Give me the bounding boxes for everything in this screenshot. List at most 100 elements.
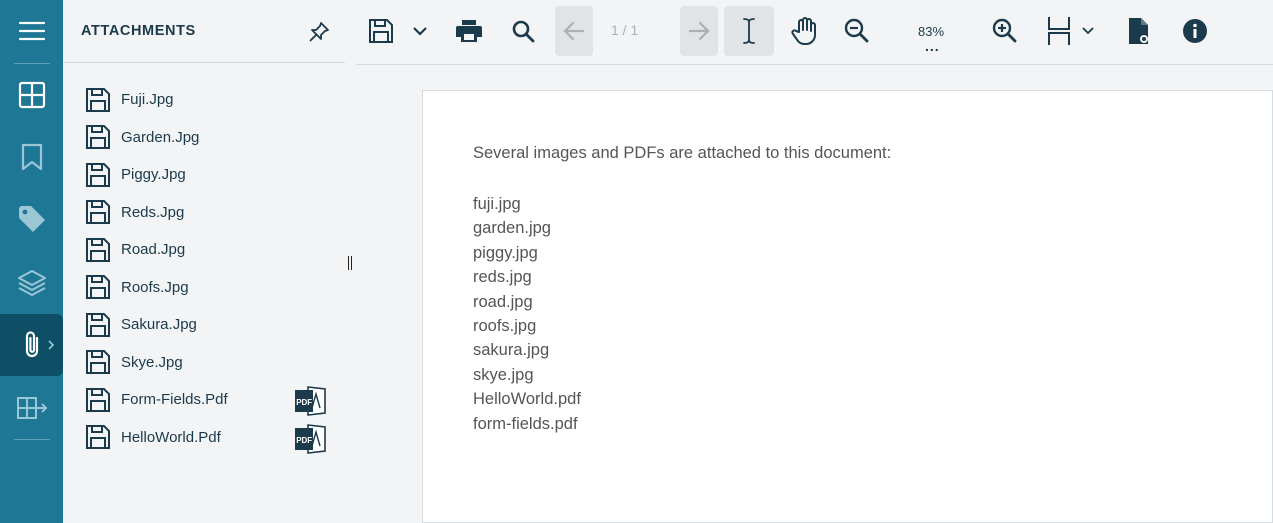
save-icon [86,200,110,225]
attachment-name: Sakura.Jpg [121,316,197,334]
zoom-level[interactable]: 83% [918,24,944,39]
layers-icon [17,270,46,296]
attachments-button[interactable] [0,314,63,376]
save-icon [86,87,110,112]
document-line: skye.jpg [473,365,534,384]
page-layout-dropdown[interactable] [1042,6,1098,56]
attachment-item[interactable]: Reds.Jpg [85,194,330,232]
panel-title: ATTACHMENTS [81,23,196,39]
attachments-list: Fuji.Jpg Garden.Jpg Piggy.Jpg Reds.Jpg Road.… [85,81,330,456]
attachment-item[interactable]: Piggy.Jpg [85,156,330,194]
zoom-options-dots[interactable]: ... [925,38,940,54]
panel-header: ATTACHMENTS [63,0,345,63]
hand-icon [791,17,816,45]
save-options-dropdown[interactable] [408,6,432,56]
document-properties-button[interactable] [1122,6,1156,56]
attachment-name: Reds.Jpg [121,203,185,221]
attachment-item[interactable]: Form-Fields.Pdf PDF [85,381,330,419]
chevron-down-icon [1082,27,1094,35]
menu-icon [18,21,45,41]
attachment-name: Skye.Jpg [121,353,183,371]
save-icon [86,237,110,262]
print-icon [456,20,482,42]
bookmarks-button[interactable] [0,126,63,188]
zoom-out-icon [844,18,869,43]
next-page-button[interactable] [680,6,718,56]
attachment-item[interactable]: Sakura.Jpg [85,306,330,344]
pdf-badge-text: PDF [296,436,312,445]
chevron-right-icon [48,340,55,350]
attachment-name: Piggy.Jpg [121,166,186,184]
document-line: sakura.jpg [473,341,550,360]
search-icon [512,20,535,43]
chevron-down-icon [413,27,427,36]
tag-icon [18,206,45,232]
export-icon [16,397,47,419]
layers-button[interactable] [0,252,63,314]
attachment-item[interactable]: Road.Jpg [85,231,330,269]
menu-button[interactable] [0,0,63,62]
attachment-name: HelloWorld.Pdf [121,428,221,446]
attachment-item[interactable]: Roofs.Jpg [85,269,330,307]
save-button[interactable] [364,6,398,56]
save-icon [86,350,110,375]
text-cursor-icon [743,18,755,44]
thumbnails-button[interactable] [0,64,63,126]
page-layout-icon [1048,17,1070,45]
document-page[interactable]: Several images and PDFs are attached to … [422,90,1273,523]
save-icon [369,19,393,43]
document-line: garden.jpg [473,219,551,238]
attachment-name: Form-Fields.Pdf [121,391,228,409]
attachment-item[interactable]: HelloWorld.Pdf PDF [85,419,330,457]
bookmark-icon [21,143,42,171]
attachments-panel: ATTACHMENTS Fuji.Jpg Garden.Jpg Piggy.Jpg R… [63,0,345,523]
document-line: fuji.jpg [473,195,521,213]
page-indicator[interactable]: 1 / 1 [611,22,638,38]
save-icon [86,312,110,337]
document-viewer[interactable]: Several images and PDFs are attached to … [356,65,1273,523]
save-icon [86,162,110,187]
grip-icon [348,256,352,270]
document-line: piggy.jpg [473,243,538,262]
attachment-name: Roofs.Jpg [121,278,189,296]
document-line: HelloWorld.pdf [473,390,581,409]
thumbnails-icon [18,81,45,109]
text-select-tool-button[interactable] [724,6,774,56]
save-icon [86,125,110,150]
print-button[interactable] [452,6,486,56]
document-line: form-fields.pdf [473,414,578,433]
export-button[interactable] [0,377,63,439]
zoom-in-button[interactable] [988,6,1022,56]
info-button[interactable] [1178,6,1212,56]
arrow-left-icon [563,21,585,41]
arrow-right-icon [688,21,710,41]
document-settings-icon [1129,18,1148,44]
pan-tool-button[interactable] [788,6,822,56]
attachment-name: Road.Jpg [121,241,186,259]
sidebar-rail [0,0,63,523]
tags-button[interactable] [0,188,63,250]
attachment-name: Garden.Jpg [121,128,200,146]
document-line: roofs.jpg [473,316,537,335]
attachment-item[interactable]: Skye.Jpg [85,344,330,382]
pdf-badge-text: PDF [296,398,312,407]
info-icon [1183,19,1207,43]
document-list: fuji.jpg garden.jpg piggy.jpg reds.jpg road.… [473,192,581,436]
panel-resize-handle[interactable] [345,0,356,523]
document-line: reds.jpg [473,268,532,287]
document-text: Several images and PDFs are attached to … [473,144,892,162]
rail-divider [14,439,50,440]
pdf-file-icon: PDF [295,423,326,454]
search-button[interactable] [506,6,540,56]
save-icon [86,425,110,450]
attachment-item[interactable]: Fuji.Jpg [85,81,330,119]
document-line: road.jpg [473,292,533,311]
save-icon [86,387,110,412]
attachment-name: Fuji.Jpg [121,91,174,109]
pdf-viewer-app: ATTACHMENTS Fuji.Jpg Garden.Jpg Piggy.Jpg R… [0,0,1273,523]
previous-page-button[interactable] [555,6,593,56]
attachment-item[interactable]: Garden.Jpg [85,119,330,157]
pin-icon[interactable] [307,20,331,44]
zoom-out-button[interactable] [840,6,874,56]
attachment-icon [25,331,38,358]
